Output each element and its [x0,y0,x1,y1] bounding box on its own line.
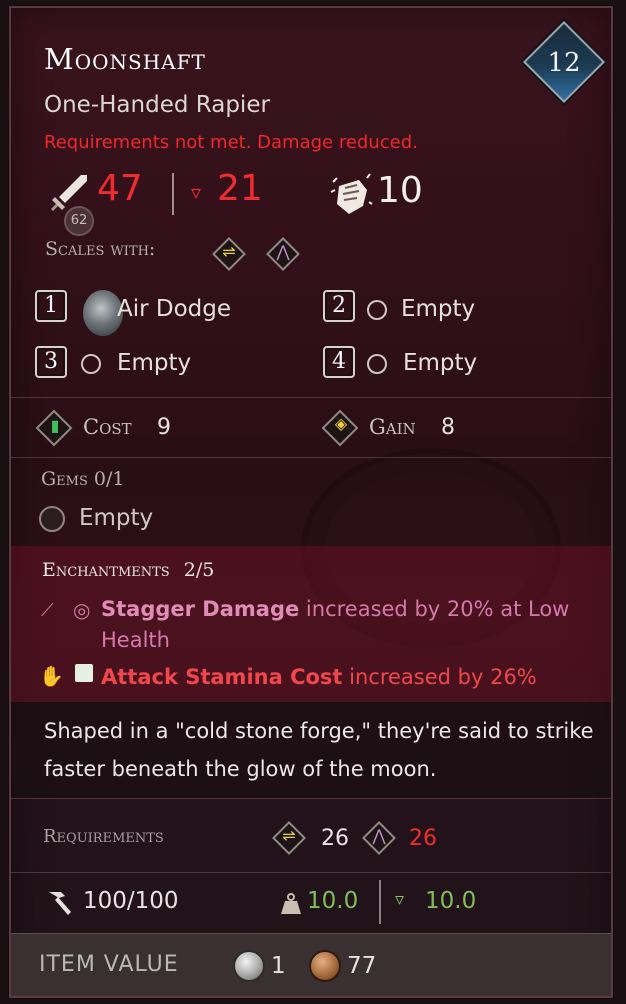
slot-number-3: 3 [35,346,67,378]
weight-divider [379,880,381,924]
item-name: Moonshaft [44,42,206,76]
attack-value: 47 [97,168,143,209]
gain-label: Gain [369,415,416,439]
empty-gem-icon [39,506,65,532]
item-description: Shaped in a "cold stone forge," they're … [44,719,594,781]
faith-icon: ⋀ [372,826,386,845]
slot-label-1[interactable]: Air Dodge [117,296,231,322]
slot-label-4[interactable]: Empty [403,350,477,376]
scales-with-label: Scales with: [45,238,156,260]
weight-class-triangle-icon: ▿ [395,889,405,910]
spiral-icon: ◎ [73,598,91,622]
bronze-value: 77 [347,953,377,979]
enchantments-count: 2/5 [183,559,215,581]
enchantment-1: Stagger Damage increased by 20% at Low H… [101,594,591,656]
gems-label: Gems 0/1 [41,468,125,490]
slot-label-2[interactable]: Empty [401,296,475,322]
slot-label-3[interactable]: Empty [117,350,191,376]
weight-icon [281,893,301,914]
enchantment-2-name: Attack Stamina Cost [101,665,343,689]
stagger-fist-icon [330,173,373,214]
stamina-cost-icon: ▮ [50,416,60,435]
base-damage-circle: 62 [64,206,94,236]
hand-icon: ✋ [39,664,64,688]
requirements-label: Requirements [43,826,164,847]
section-divider [11,457,611,458]
enchantment-1-name: Stagger Damage [101,597,300,621]
focus-gain-icon: ◈ [334,414,348,433]
hammer-icon [49,892,71,915]
section-divider [11,798,611,799]
slot-number-4: 4 [323,346,355,378]
weight-value: 10.0 [307,888,359,914]
dexterity-icon: ⇌ [282,826,296,845]
item-type: One-Handed Rapier [44,92,270,118]
section-divider [11,872,611,873]
enchantment-2-text: increased by 26% [342,665,537,689]
empty-slot-icon [367,300,387,320]
stamina-icon [75,664,93,682]
gem-slot-label[interactable]: Empty [79,505,153,531]
cost-value: 9 [157,415,171,440]
weight-threshold-value: 10.0 [425,888,477,914]
empty-slot-icon [367,354,387,374]
enchantment-2: Attack Stamina Cost increased by 26% [101,662,601,693]
silver-value: 1 [271,953,286,979]
req-dexterity-value: 26 [321,826,349,851]
section-divider [11,397,611,398]
gain-value: 8 [441,415,455,440]
bronze-coin-icon [309,950,341,982]
critical-value: 21 [217,168,263,209]
enchantments-title: Enchantments [42,559,170,581]
enchantments-label: Enchantments 2/5 [42,559,214,581]
item-value-label: ITEM VALUE [39,952,179,977]
slot-number-2: 2 [323,290,355,322]
critical-triangle-icon: ▿ [191,180,202,204]
empty-slot-icon [81,354,101,374]
item-level: 12 [547,48,581,78]
item-tooltip-card: Moonshaft One-Handed Rapier Requirements… [9,6,613,998]
feather-icon: ⟋ [41,600,54,621]
cost-label: Cost [83,415,132,439]
stat-divider [172,173,174,215]
slot-number-1: 1 [35,290,67,322]
faith-icon: ⋀ [276,242,290,261]
durability-value: 100/100 [83,888,179,914]
requirements-warning: Requirements not met. Damage reduced. [44,132,418,153]
silver-coin-icon [233,950,265,982]
stagger-value: 10 [377,170,423,211]
req-faith-value: 26 [409,826,437,851]
dexterity-icon: ⇌ [222,242,236,261]
